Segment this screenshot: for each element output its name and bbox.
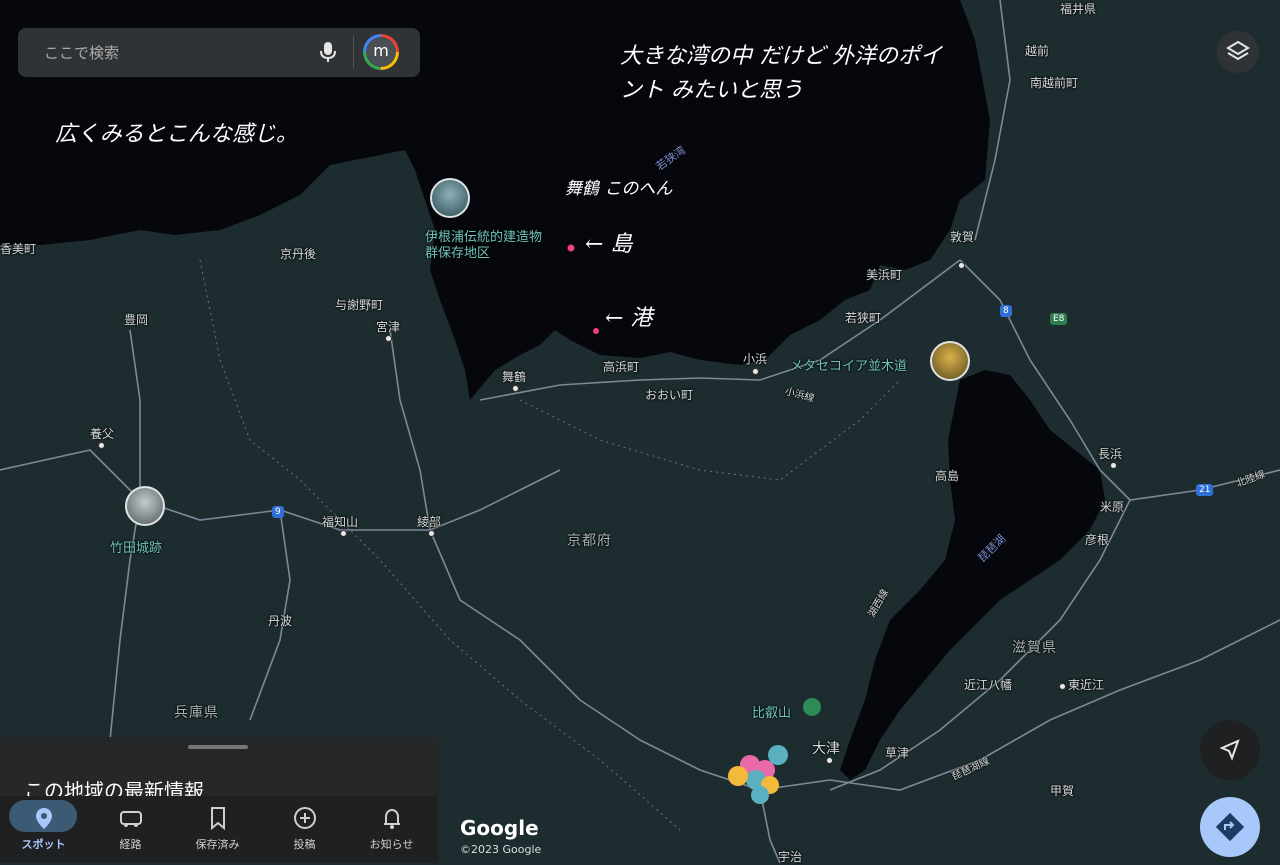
- handwritten-note-maizuru: 舞鶴 このへん: [565, 179, 673, 199]
- city-dot: [98, 442, 105, 449]
- label-maibara: 米原: [1100, 500, 1125, 514]
- label-higashiomi: 東近江: [1068, 678, 1105, 692]
- car-icon: [120, 811, 142, 827]
- label-nagahama: 長浜: [1098, 447, 1123, 461]
- city-dot: [1110, 462, 1117, 469]
- label-miyazu: 宮津: [376, 320, 401, 334]
- label-echizen: 越前: [1025, 44, 1050, 58]
- label-uji: 宇治: [778, 850, 803, 864]
- label-hikone: 彦根: [1085, 533, 1110, 547]
- label-fukui-pref: 福井県: [1060, 2, 1097, 16]
- route-e8-shield: E8: [1050, 313, 1068, 325]
- handwritten-island-arrow: ← 島: [585, 232, 633, 257]
- label-ine-poi[interactable]: 伊根浦伝統的建造物群保存地区: [425, 230, 551, 262]
- city-dot: [385, 335, 392, 342]
- metasequoia-photo-marker[interactable]: [930, 341, 970, 381]
- directions-icon: [1215, 812, 1245, 842]
- bottom-navigation: スポット 経路 保存済み 投稿 お知らせ: [0, 796, 438, 863]
- microphone-icon[interactable]: [318, 40, 338, 64]
- label-toyooka: 豊岡: [124, 313, 149, 327]
- label-takashima: 高島: [935, 469, 960, 483]
- label-metasequoia-poi[interactable]: メタセコイア並木道: [790, 355, 907, 374]
- panel-drag-handle[interactable]: [188, 745, 248, 749]
- account-avatar[interactable]: m: [363, 34, 399, 70]
- my-location-button[interactable]: [1200, 720, 1260, 780]
- label-otsu: 大津: [812, 741, 840, 757]
- takeda-photo-marker[interactable]: [125, 486, 165, 526]
- layers-button[interactable]: [1217, 31, 1259, 73]
- nav-notifications[interactable]: お知らせ: [348, 796, 435, 863]
- city-dot: [1059, 683, 1066, 690]
- island-marker: [567, 244, 575, 252]
- label-obama: 小浜: [743, 352, 768, 366]
- port-marker: [593, 328, 599, 334]
- google-logo: Google: [460, 816, 539, 840]
- label-yosano: 与謝野町: [335, 298, 384, 312]
- label-kyotango: 京丹後: [280, 247, 317, 261]
- label-ayabe: 綾部: [417, 515, 442, 529]
- label-hieizan[interactable]: 比叡山: [752, 702, 791, 721]
- directions-button[interactable]: [1200, 797, 1260, 857]
- route-9-shield: 9: [272, 506, 284, 518]
- city-dot: [826, 757, 833, 764]
- nav-spot[interactable]: スポット: [0, 796, 87, 863]
- label-hyogo-pref: 兵庫県: [174, 705, 219, 721]
- label-kyoto-pref: 京都府: [567, 533, 612, 549]
- label-shiga-pref: 滋賀県: [1012, 640, 1057, 656]
- handwritten-note-bay: 大きな湾の中 だけど 外洋のポイント みたいと思う: [620, 44, 942, 103]
- nav-spot-label: スポット: [21, 838, 66, 851]
- copyright-text: ©2023 Google: [460, 843, 542, 856]
- city-dot: [958, 262, 965, 269]
- label-kami: 香美町: [0, 242, 37, 256]
- label-ooi: おおい町: [645, 388, 694, 402]
- nav-route-label: 経路: [119, 838, 142, 851]
- pin-icon: [36, 808, 52, 829]
- city-dot: [340, 530, 347, 537]
- label-omihachiman: 近江八幡: [964, 678, 1013, 692]
- nav-post-label: 投稿: [293, 838, 316, 851]
- city-dot: [752, 368, 759, 375]
- ine-photo-marker[interactable]: [430, 178, 470, 218]
- label-fukuchiyama: 福知山: [322, 515, 359, 529]
- avatar-letter: m: [366, 37, 396, 67]
- search-bar[interactable]: m: [18, 28, 420, 77]
- label-takahama: 高浜町: [603, 360, 640, 374]
- nav-route[interactable]: 経路: [87, 796, 174, 863]
- city-dot: [428, 530, 435, 537]
- city-dot: [512, 385, 519, 392]
- nav-notifications-label: お知らせ: [369, 838, 414, 851]
- bookmark-icon: [211, 807, 225, 831]
- nav-post[interactable]: 投稿: [261, 796, 348, 863]
- label-koka: 甲賀: [1050, 784, 1075, 798]
- layers-icon: [1226, 40, 1250, 61]
- label-mihama: 美浜町: [866, 268, 903, 282]
- label-tsuruga: 敦賀: [950, 230, 975, 244]
- search-separator: [353, 36, 354, 69]
- label-yabu: 養父: [90, 427, 115, 441]
- nav-saved[interactable]: 保存済み: [174, 796, 261, 863]
- search-input[interactable]: [42, 40, 296, 66]
- label-kusatsu: 草津: [885, 746, 910, 760]
- label-wakasa: 若狭町: [845, 311, 882, 325]
- bell-icon: [384, 808, 400, 829]
- label-takeda-poi[interactable]: 竹田城跡: [110, 537, 162, 556]
- navigation-arrow-icon: [1219, 739, 1240, 761]
- handwritten-note-wide-view: 広くみるとこんな感じ。: [55, 122, 298, 147]
- hieizan-marker[interactable]: [803, 698, 821, 716]
- label-maizuru: 舞鶴: [502, 370, 527, 384]
- nav-saved-label: 保存済み: [195, 838, 240, 851]
- label-tanba: 丹波: [268, 614, 293, 628]
- label-minami-echizen: 南越前町: [1030, 76, 1079, 90]
- route-21-shield: 21: [1196, 484, 1214, 496]
- ine-poi-text: 伊根浦伝統的建造物群保存地区: [425, 230, 543, 261]
- plus-circle-icon: [294, 807, 316, 829]
- route-8-shield: 8: [1000, 305, 1012, 317]
- handwritten-port-arrow: ← 港: [605, 306, 653, 331]
